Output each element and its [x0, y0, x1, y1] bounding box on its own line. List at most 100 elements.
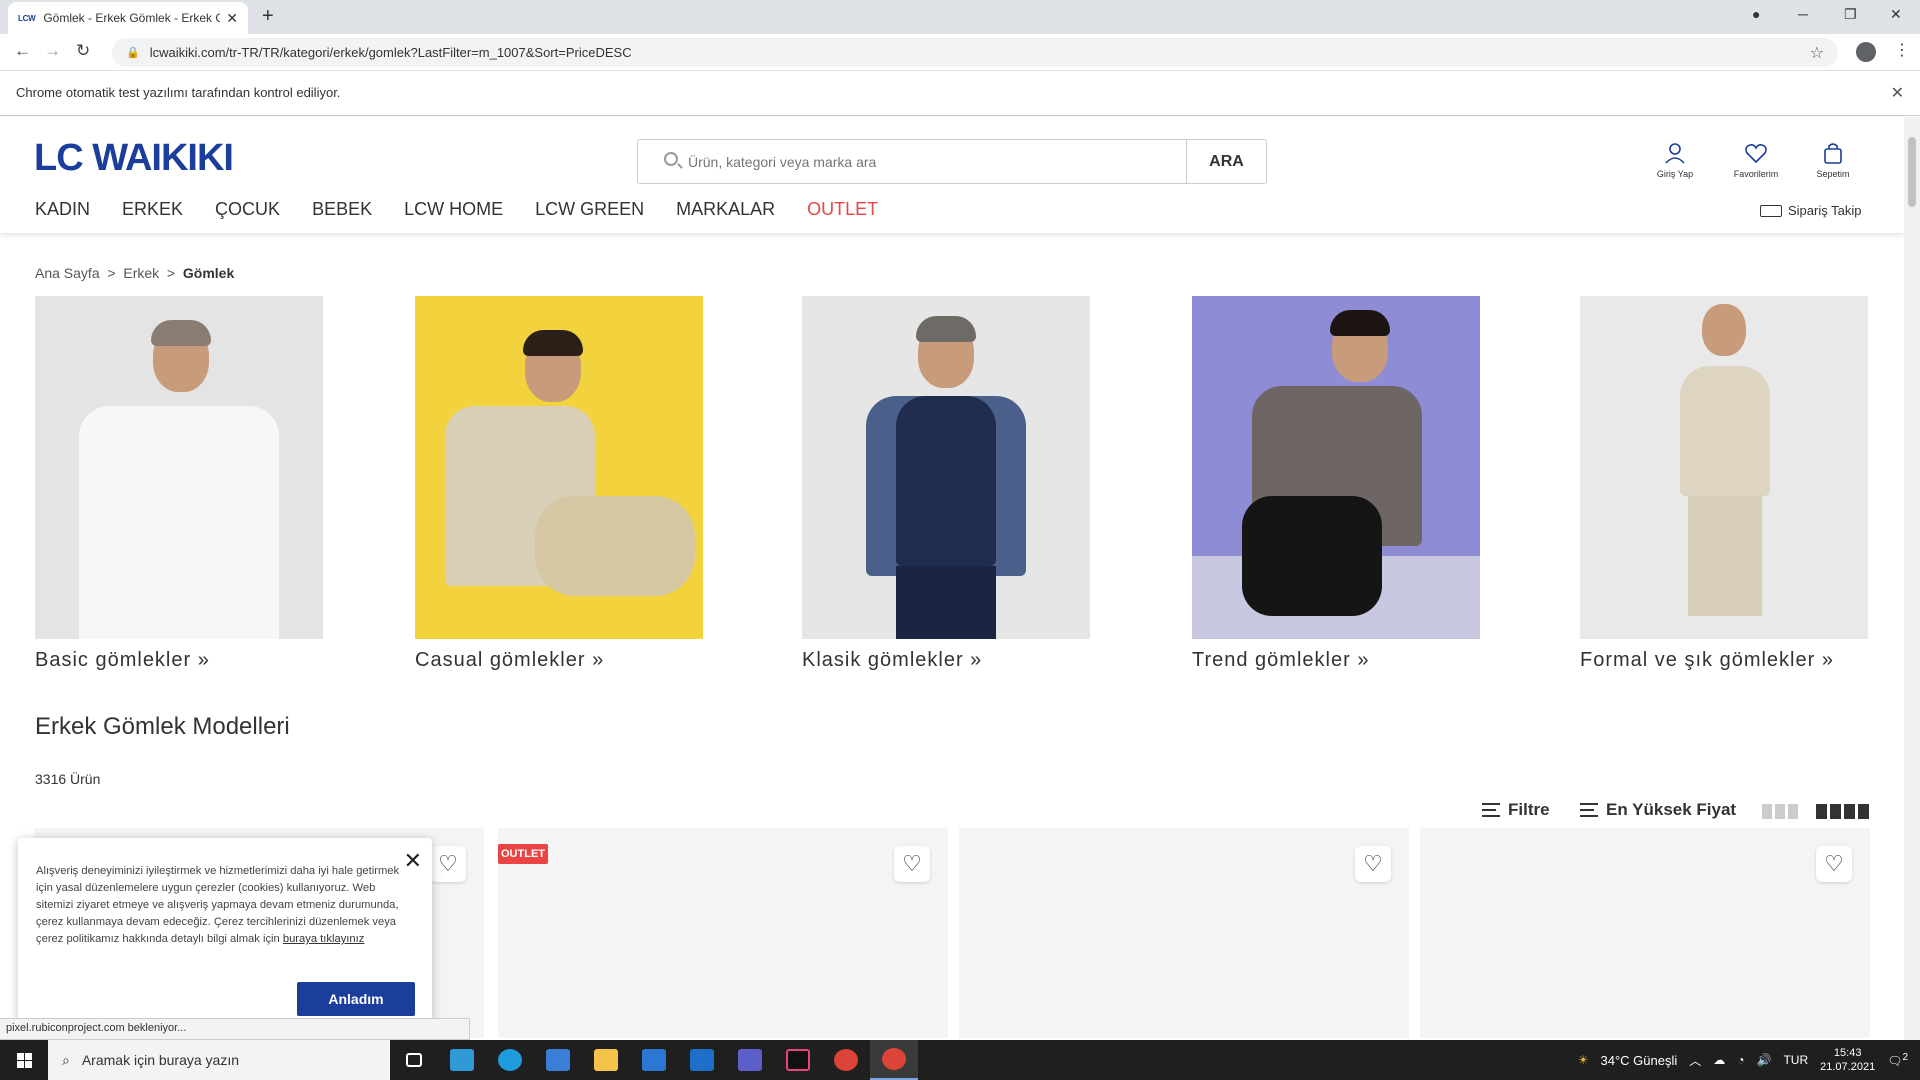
- search-bar: ARA: [637, 139, 1267, 184]
- url-input[interactable]: 🔒 lcwaikiki.com/tr-TR/TR/kategori/erkek/…: [112, 38, 1838, 67]
- edge-icon[interactable]: [486, 1040, 534, 1080]
- nav-item-erkek[interactable]: ERKEK: [122, 199, 183, 220]
- breadcrumb: Ana Sayfa > Erkek > Gömlek: [35, 265, 235, 281]
- reload-icon[interactable]: ↻: [76, 41, 90, 61]
- order-tracking-link[interactable]: Sipariş Takip: [1760, 203, 1861, 218]
- taskbar-search[interactable]: ⌕ Aramak için buraya yazın: [48, 1040, 390, 1080]
- chrome-active-icon[interactable]: [870, 1040, 918, 1080]
- scrollbar-thumb[interactable]: [1908, 137, 1916, 207]
- lcw-logo[interactable]: LC WAIKIKI: [34, 137, 234, 180]
- file-explorer-icon[interactable]: [582, 1040, 630, 1080]
- browser-tab[interactable]: LCW Gömlek - Erkek Gömlek - Erkek Gömlek…: [8, 2, 248, 34]
- infobar-text: Chrome otomatik test yazılımı tarafından…: [16, 85, 341, 100]
- calendar-icon[interactable]: [630, 1040, 678, 1080]
- teams-icon[interactable]: [726, 1040, 774, 1080]
- category-basic[interactable]: Basic gömlekler »: [35, 296, 323, 672]
- order-tracking-label: Sipariş Takip: [1788, 203, 1862, 218]
- url-text: lcwaikiki.com/tr-TR/TR/kategori/erkek/go…: [149, 45, 632, 60]
- language-indicator[interactable]: TUR: [1783, 1053, 1808, 1067]
- grid-4-column-toggle[interactable]: [1816, 804, 1869, 819]
- close-tab-icon[interactable]: ✕: [226, 10, 238, 27]
- notifications-icon[interactable]: 🗨2: [1887, 1052, 1908, 1068]
- category-label: Trend gömlekler »: [1192, 649, 1370, 671]
- product-count: 3316 Ürün: [35, 771, 101, 787]
- favorite-heart-icon[interactable]: ♡: [1355, 846, 1391, 882]
- store-icon[interactable]: [534, 1040, 582, 1080]
- product-card[interactable]: ♡: [959, 828, 1409, 1038]
- nav-item-lcw-green[interactable]: LCW GREEN: [535, 199, 644, 220]
- tab-title: Gömlek - Erkek Gömlek - Erkek Gömlek: [43, 11, 221, 25]
- restore-icon[interactable]: ❐: [1844, 6, 1857, 23]
- nav-item-cocuk[interactable]: ÇOCUK: [215, 199, 280, 220]
- truck-icon: [1760, 204, 1782, 217]
- cookie-policy-link[interactable]: buraya tıklayınız: [283, 933, 364, 945]
- close-icon[interactable]: ✕: [404, 848, 422, 874]
- favorite-heart-icon[interactable]: ♡: [894, 846, 930, 882]
- search-input[interactable]: [638, 140, 1186, 183]
- filter-button[interactable]: Filtre: [1482, 800, 1550, 820]
- nav-item-markalar[interactable]: MARKALAR: [676, 199, 775, 220]
- category-formal[interactable]: Formal ve şık gömlekler »: [1580, 296, 1868, 672]
- sort-button[interactable]: En Yüksek Fiyat: [1580, 800, 1736, 820]
- nav-item-lcw-home[interactable]: LCW HOME: [404, 199, 503, 220]
- favorite-heart-icon[interactable]: ♡: [1816, 846, 1852, 882]
- nav-item-kadin[interactable]: KADIN: [35, 199, 90, 220]
- product-card[interactable]: ♡: [1420, 828, 1870, 1038]
- category-label: Formal ve şık gömlekler »: [1580, 649, 1834, 671]
- forward-icon[interactable]: →: [44, 41, 61, 61]
- automation-infobar: Chrome otomatik test yazılımı tarafından…: [0, 71, 1920, 116]
- chrome-icon[interactable]: [822, 1040, 870, 1080]
- intellij-icon[interactable]: [774, 1040, 822, 1080]
- lcw-app-icon[interactable]: [438, 1040, 486, 1080]
- mail-icon[interactable]: [678, 1040, 726, 1080]
- chevron-up-icon[interactable]: ︿: [1689, 1052, 1701, 1069]
- status-bar: pixel.rubiconproject.com bekleniyor...: [0, 1018, 470, 1040]
- grid-3-column-toggle[interactable]: [1762, 804, 1798, 819]
- cart-button[interactable]: Sepetim: [1803, 141, 1863, 179]
- nav-item-bebek[interactable]: BEBEK: [312, 199, 372, 220]
- bookmark-star-icon[interactable]: ☆: [1810, 43, 1824, 63]
- nav-item-outlet[interactable]: OUTLET: [807, 199, 878, 220]
- windows-taskbar: ⌕ Aramak için buraya yazın ☀ 34°C Güneşl…: [0, 1040, 1920, 1080]
- category-casual[interactable]: Casual gömlekler »: [415, 296, 703, 672]
- minimize-icon[interactable]: ─: [1798, 6, 1808, 22]
- profile-dropdown-icon[interactable]: ●: [1752, 6, 1760, 22]
- clock[interactable]: 15:43 21.07.2021: [1820, 1046, 1875, 1074]
- heart-icon: [1745, 144, 1767, 164]
- breadcrumb-erkek[interactable]: Erkek: [123, 265, 159, 281]
- cookie-consent-popup: ✕ Alışveriş deneyiminizi iyileştirmek ve…: [18, 838, 432, 1032]
- page-scrollbar[interactable]: [1904, 117, 1920, 1040]
- notification-count: 2: [1902, 1052, 1908, 1063]
- menu-dots-icon[interactable]: ⋮: [1894, 40, 1910, 60]
- weather-text[interactable]: 34°C Güneşli: [1601, 1053, 1678, 1068]
- onedrive-icon[interactable]: ☁: [1713, 1053, 1725, 1067]
- new-tab-icon[interactable]: +: [262, 5, 274, 28]
- volume-icon[interactable]: 🔊: [1757, 1053, 1772, 1067]
- close-window-icon[interactable]: ✕: [1890, 6, 1902, 23]
- product-card[interactable]: OUTLET ♡: [498, 828, 948, 1038]
- category-image: [1580, 296, 1868, 639]
- favorites-button[interactable]: Favorilerim: [1726, 141, 1786, 179]
- lock-icon: 🔒: [126, 47, 140, 59]
- search-icon: [664, 152, 678, 166]
- close-infobar-icon[interactable]: ✕: [1891, 83, 1904, 103]
- clock-date: 21.07.2021: [1820, 1061, 1876, 1073]
- category-image: [35, 296, 323, 639]
- category-trend[interactable]: Trend gömlekler »: [1192, 296, 1480, 672]
- cart-label: Sepetim: [1816, 169, 1850, 179]
- task-view-icon[interactable]: [390, 1040, 438, 1080]
- start-button[interactable]: [0, 1040, 48, 1080]
- favorite-heart-icon[interactable]: ♡: [430, 846, 466, 882]
- network-icon[interactable]: ◔: [1737, 1053, 1744, 1067]
- category-klasik[interactable]: Klasik gömlekler »: [802, 296, 1090, 672]
- filter-icon: [1482, 803, 1500, 817]
- breadcrumb-home[interactable]: Ana Sayfa: [35, 265, 100, 281]
- back-icon[interactable]: ←: [14, 41, 31, 61]
- profile-icon[interactable]: [1856, 42, 1876, 62]
- search-button[interactable]: ARA: [1186, 140, 1266, 183]
- site-header: LC WAIKIKI ARA Giriş Yap Favorilerim Sep…: [0, 117, 1904, 233]
- login-button[interactable]: Giriş Yap: [1645, 141, 1705, 179]
- category-image: [802, 296, 1090, 639]
- accept-cookies-button[interactable]: Anladım: [297, 982, 415, 1016]
- weather-icon[interactable]: ☀: [1578, 1053, 1589, 1067]
